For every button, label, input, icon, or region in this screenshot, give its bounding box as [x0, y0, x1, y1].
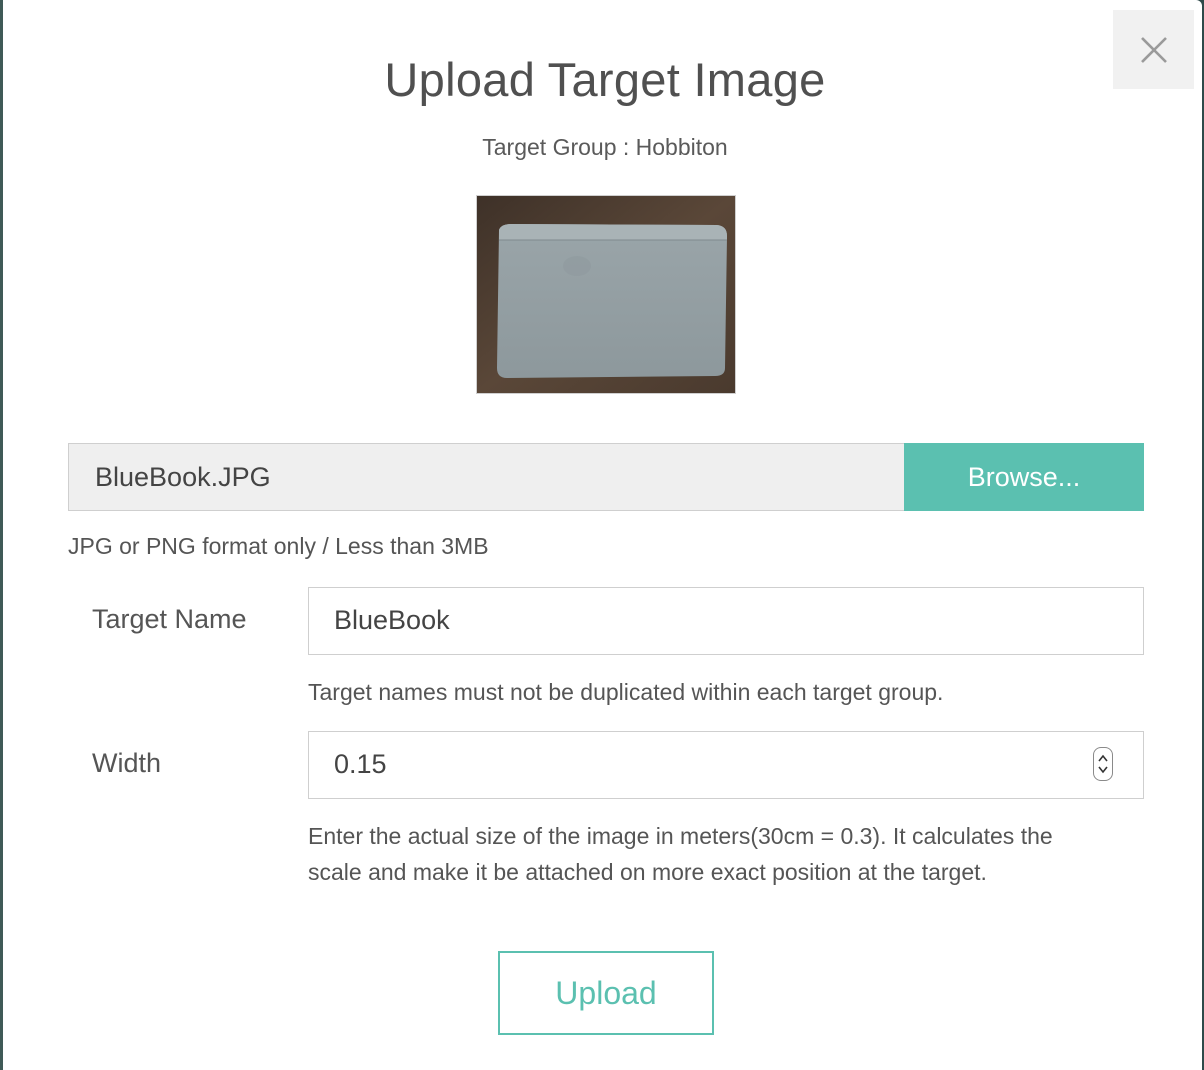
width-help-line-2: scale and make it be attached on more ex… — [308, 859, 987, 885]
browse-button[interactable]: Browse... — [904, 443, 1144, 511]
upload-dialog: Upload Target Image Target Group : Hobbi… — [0, 0, 1202, 1070]
target-name-help: Target names must not be duplicated with… — [308, 679, 944, 705]
width-help-line-1: Enter the actual size of the image in me… — [308, 823, 1053, 849]
target-name-field[interactable] — [308, 587, 1144, 655]
number-stepper-icon[interactable] — [1093, 747, 1113, 781]
target-image-preview — [476, 195, 736, 394]
width-field[interactable] — [308, 731, 1144, 799]
width-help: Enter the actual size of the image in me… — [308, 818, 1053, 890]
target-name-input[interactable] — [309, 588, 1074, 652]
upload-button[interactable]: Upload — [498, 951, 714, 1035]
target-name-label: Target Name — [92, 604, 247, 634]
file-name-field[interactable]: BlueBook.JPG — [68, 443, 904, 511]
width-label: Width — [92, 748, 162, 778]
file-picker: BlueBook.JPG Browse... — [68, 443, 1144, 511]
width-input[interactable] — [309, 732, 1074, 796]
target-group-label: Target Group : Hobbiton — [482, 134, 728, 160]
dialog-title: Upload Target Image — [384, 53, 826, 106]
file-format-hint: JPG or PNG format only / Less than 3MB — [68, 533, 489, 559]
